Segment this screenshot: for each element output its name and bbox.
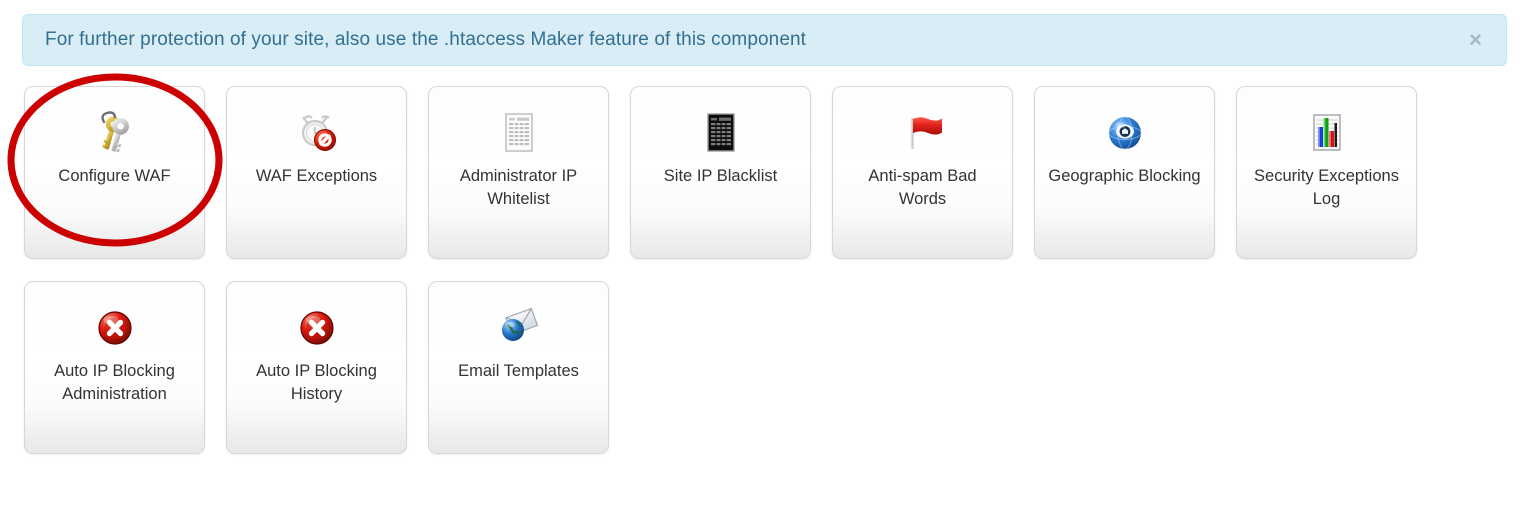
tile-security-exceptions-log[interactable]: Security Exceptions Log (1236, 86, 1417, 259)
red-x-circle-icon (293, 304, 341, 352)
tile-label: Administrator IP Whitelist (459, 167, 578, 208)
tile-site-ip-blacklist[interactable]: Site IP Blacklist (630, 86, 811, 259)
white-list-document-icon (495, 109, 543, 157)
tile-label: WAF Exceptions (255, 167, 378, 185)
tile-label: Anti-spam Bad Words (868, 167, 977, 208)
red-x-circle-icon (91, 304, 139, 352)
red-flag-icon (899, 109, 947, 157)
tile-label: Email Templates (458, 362, 579, 380)
alarm-clock-blocked-icon (293, 109, 341, 157)
tile-configure-waf[interactable]: Configure WAF (24, 86, 205, 259)
tile-label: Security Exceptions Log (1254, 167, 1399, 208)
info-alert: For further protection of your site, als… (22, 14, 1507, 66)
tile-label: Configure WAF (58, 167, 171, 185)
tile-auto-ip-blocking-administration[interactable]: Auto IP Blocking Administration (24, 281, 205, 454)
tile-geographic-blocking[interactable]: Geographic Blocking (1034, 86, 1215, 259)
tile-email-templates[interactable]: Email Templates (428, 281, 609, 454)
alert-message: For further protection of your site, als… (45, 28, 807, 50)
tile-anti-spam-bad-words[interactable]: Anti-spam Bad Words (832, 86, 1013, 259)
blue-globe-icon (1101, 109, 1149, 157)
close-icon[interactable]: × (1463, 29, 1488, 51)
envelope-globe-icon (495, 304, 543, 352)
tile-label: Auto IP Blocking History (256, 362, 377, 403)
keys-icon (91, 109, 139, 157)
tile-label: Site IP Blacklist (663, 167, 778, 185)
tile-auto-ip-blocking-history[interactable]: Auto IP Blocking History (226, 281, 407, 454)
tile-waf-exceptions[interactable]: WAF Exceptions (226, 86, 407, 259)
black-list-document-icon (697, 109, 745, 157)
bar-chart-document-icon (1303, 109, 1351, 157)
feature-tile-grid: Configure WAF WAF Exceptions Administrat… (24, 86, 1504, 454)
tile-administrator-ip-whitelist[interactable]: Administrator IP Whitelist (428, 86, 609, 259)
tile-label: Auto IP Blocking Administration (54, 362, 175, 403)
tile-label: Geographic Blocking (1048, 167, 1201, 185)
